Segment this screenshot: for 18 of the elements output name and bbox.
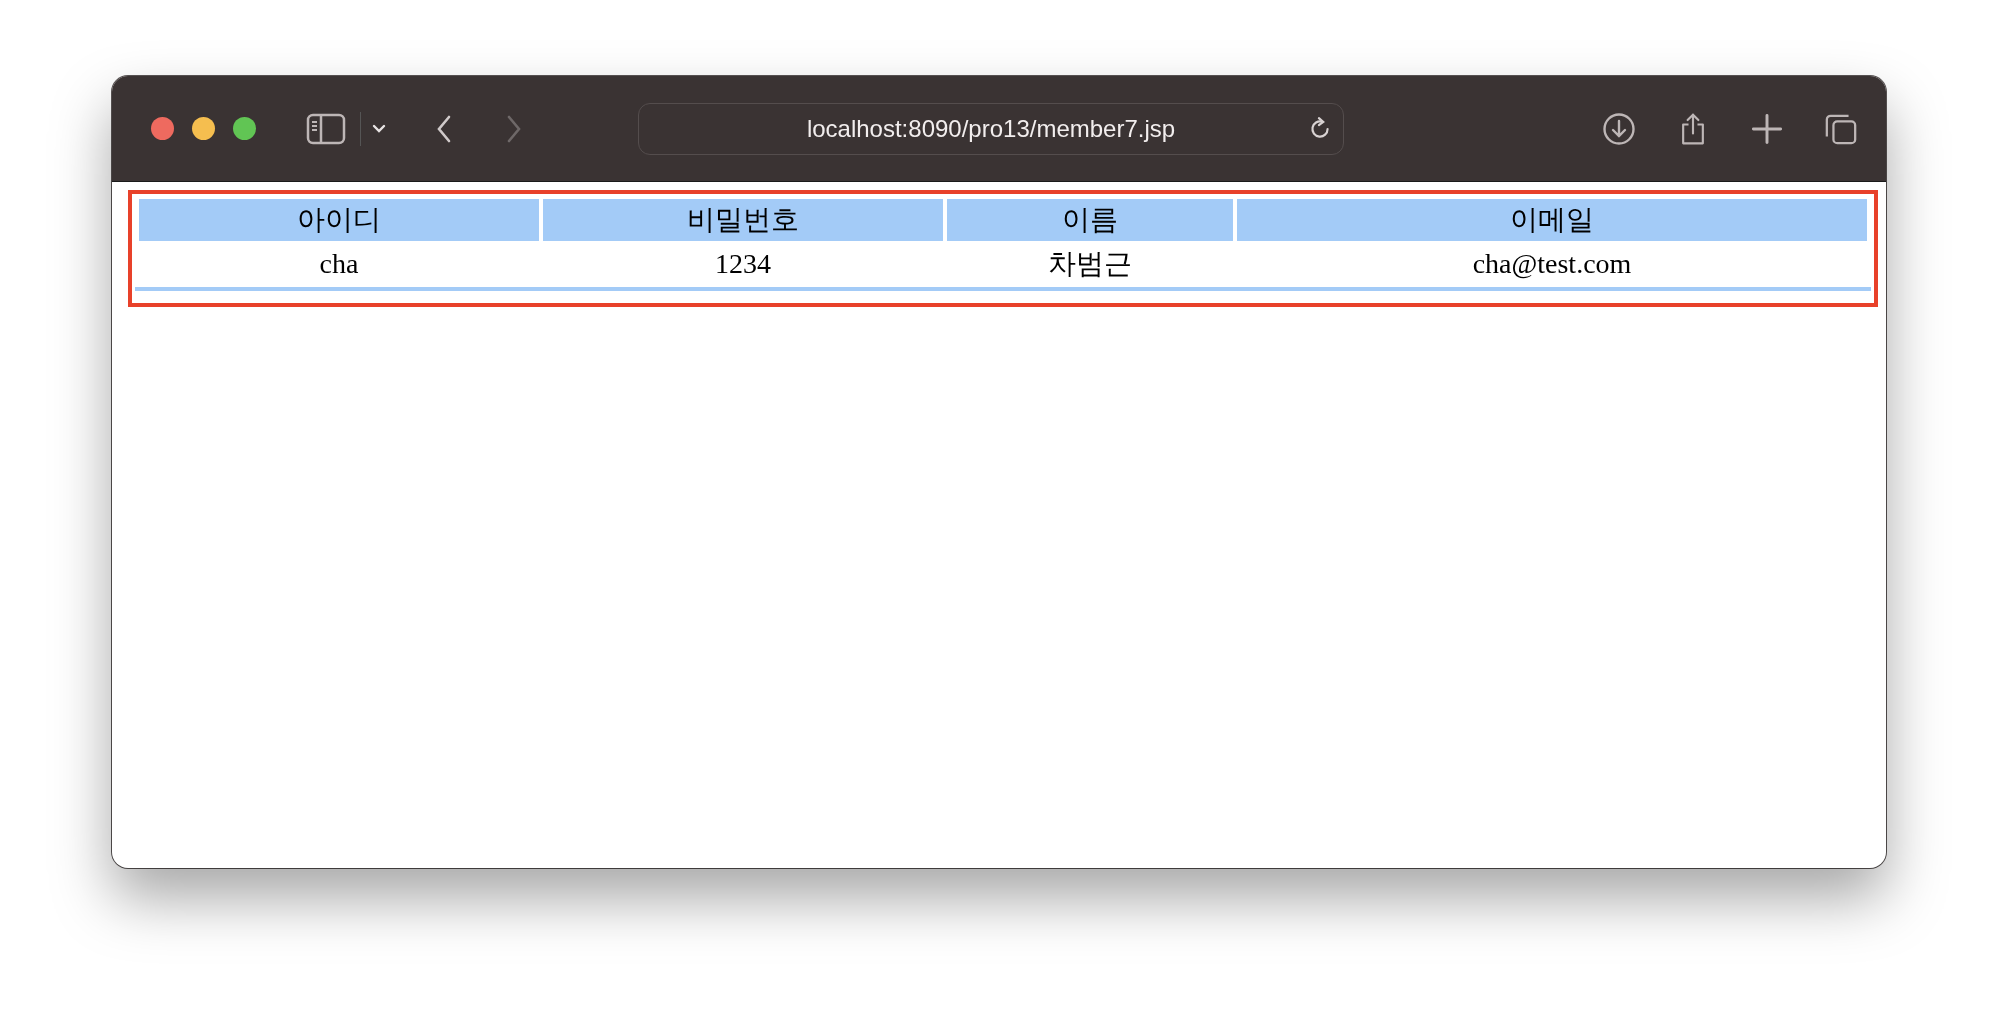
- url-text: localhost:8090/pro13/member7.jsp: [806, 114, 1176, 143]
- chevron-down-icon[interactable]: [372, 123, 386, 134]
- address-field[interactable]: localhost:8090/pro13/member7.jsp: [638, 102, 1344, 155]
- column-header: 비밀번호: [543, 199, 943, 241]
- column-header: 이름: [947, 199, 1233, 241]
- zoom-button[interactable]: [233, 117, 256, 140]
- table-cell-text: cha: [318, 247, 360, 281]
- table-cell-text: 1234: [714, 247, 772, 281]
- minimize-button[interactable]: [192, 117, 215, 140]
- download-icon[interactable]: [1602, 111, 1636, 146]
- column-header: 이메일: [1237, 199, 1867, 241]
- back-icon[interactable]: [436, 114, 452, 143]
- new-tab-icon[interactable]: [1750, 111, 1784, 146]
- column-header: 아이디: [139, 199, 539, 241]
- close-button[interactable]: [151, 117, 174, 140]
- table-cell-text: 차범근: [1047, 247, 1133, 281]
- sidebar-icon[interactable]: [306, 112, 346, 145]
- table-cell-text: cha@test.com: [1471, 247, 1633, 281]
